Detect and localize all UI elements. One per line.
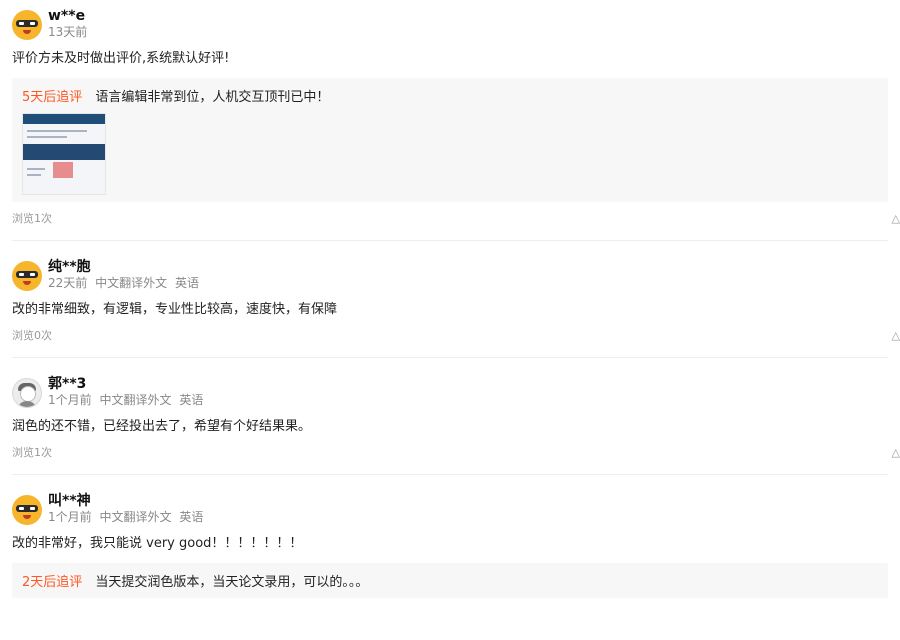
review-time: 1个月前: [48, 393, 92, 407]
divider: [12, 240, 888, 241]
review-text: 评价方未及时做出评价,系统默认好评!: [12, 51, 230, 66]
thumb-up-icon[interactable]: △: [892, 329, 900, 343]
followup-text: 当天提交润色版本，当天论文录用，可以的。。。: [95, 575, 369, 590]
review-time: 13天前: [48, 25, 88, 39]
service-type: 中文翻译外文: [99, 510, 172, 524]
view-count: 浏览1次 △: [12, 446, 900, 459]
user-avatar[interactable]: [12, 261, 42, 291]
user-avatar[interactable]: [12, 378, 42, 408]
language-tag: 英语: [174, 276, 199, 290]
followup-review: 5天后追评 语言编辑非常到位，人机交互顶刊已中！: [12, 78, 888, 202]
followup-text: 语言编辑非常到位，人机交互顶刊已中！: [95, 90, 330, 105]
view-count: 浏览1次 △: [12, 212, 900, 225]
review-image-thumbnail[interactable]: [22, 113, 106, 195]
followup-tag: 5天后追评: [22, 90, 83, 105]
reviewer-name: 叫**神: [48, 493, 91, 509]
service-type: 中文翻译外文: [95, 276, 168, 290]
reviewer-name: 纯**胞: [48, 259, 91, 275]
thumb-up-icon[interactable]: △: [892, 212, 900, 226]
divider: [12, 474, 888, 475]
review-text: 润色的还不错，已经投出去了，希望有个好结果果。: [12, 419, 312, 434]
review-item: 叫**神 1个月前 中文翻译外文 英语 改的非常好，我只能说 very good…: [0, 493, 900, 598]
review-item: 纯**胞 22天前 中文翻译外文 英语 改的非常细致，有逻辑，专业性比较高，速度…: [0, 259, 900, 358]
review-item: 郭**3 1个月前 中文翻译外文 英语 润色的还不错，已经投出去了，希望有个好结…: [0, 376, 900, 475]
view-count: 浏览0次 △: [12, 329, 900, 342]
followup-review: 2天后追评 当天提交润色版本，当天论文录用，可以的。。。: [12, 563, 888, 598]
followup-tag: 2天后追评: [22, 575, 83, 590]
reviewer-name: 郭**3: [48, 376, 87, 392]
review-text: 改的非常细致，有逻辑，专业性比较高，速度快，有保障: [12, 302, 338, 317]
service-type: 中文翻译外文: [99, 393, 172, 407]
review-text: 改的非常好，我只能说 very good！！！！！！！: [12, 536, 303, 551]
review-time: 1个月前: [48, 510, 92, 524]
review-item: w**e 13天前 评价方未及时做出评价,系统默认好评! 5天后追评 语言编辑非…: [0, 0, 900, 241]
user-avatar[interactable]: [12, 495, 42, 525]
thumb-up-icon[interactable]: △: [892, 446, 900, 460]
reviewer-name: w**e: [48, 8, 86, 24]
review-time: 22天前: [48, 276, 88, 290]
language-tag: 英语: [179, 510, 204, 524]
language-tag: 英语: [179, 393, 204, 407]
divider: [12, 357, 888, 358]
user-avatar[interactable]: [12, 10, 42, 40]
